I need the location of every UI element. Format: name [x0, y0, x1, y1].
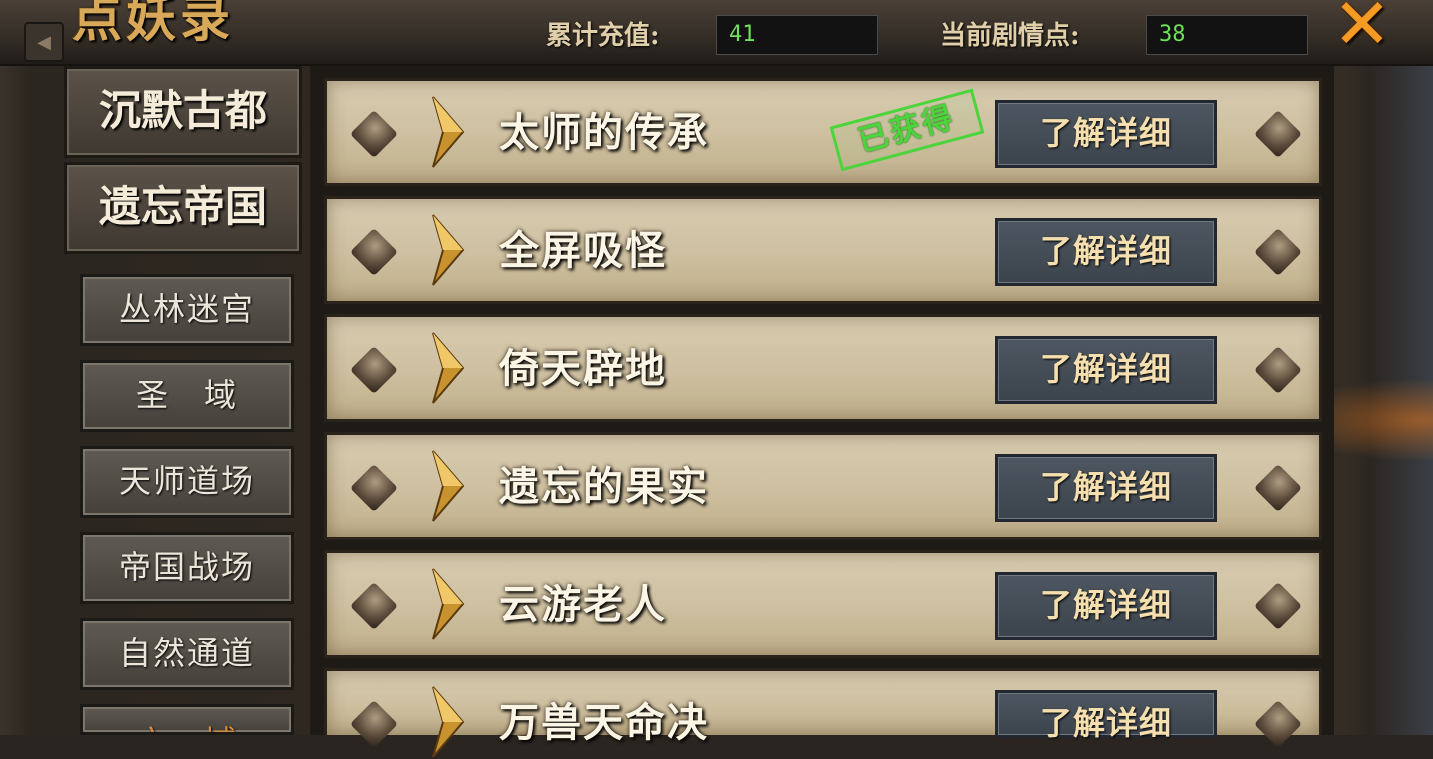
list-item: 云游老人 了解详细	[324, 550, 1322, 658]
diamond-ornament-icon	[349, 463, 399, 513]
diamond-ornament-icon	[1253, 109, 1303, 159]
entry-list: 太师的传承 已获得 了解详细 全屏吸怪 了解详细 倚天辟地 了解详细 遗忘的果实…	[310, 66, 1334, 758]
diamond-ornament-icon	[349, 699, 399, 749]
story-points-label: 当前剧情点:	[940, 21, 1080, 51]
total-recharge-value: 41	[716, 15, 878, 55]
details-button[interactable]: 了解详细	[995, 690, 1217, 742]
area-tab-taoist-dojo[interactable]: 天师道场	[80, 446, 294, 518]
entry-name: 云游老人	[499, 581, 667, 628]
entry-name: 全屏吸怪	[499, 227, 667, 274]
area-tab-jungle-maze[interactable]: 丛林迷宫	[80, 274, 294, 346]
diamond-ornament-icon	[349, 109, 399, 159]
story-points-value: 38	[1146, 15, 1308, 55]
diamond-ornament-icon	[1253, 699, 1303, 749]
area-tab-empire-battlefield[interactable]: 帝国战场	[80, 532, 294, 604]
entry-name: 遗忘的果实	[499, 463, 709, 510]
details-button[interactable]: 了解详细	[995, 336, 1217, 404]
window-title: 点妖录	[72, 0, 234, 48]
arrow-right-icon	[432, 332, 465, 404]
diamond-ornament-icon	[349, 345, 399, 395]
arrow-right-icon	[432, 96, 465, 168]
list-item: 万兽天命决 了解详细	[324, 668, 1322, 758]
diamond-ornament-icon	[1253, 345, 1303, 395]
list-item: 遗忘的果实 了解详细	[324, 432, 1322, 540]
diamond-ornament-icon	[349, 227, 399, 277]
list-item: 全屏吸怪 了解详细	[324, 196, 1322, 304]
entry-name: 太师的传承	[499, 109, 709, 156]
top-bar: ◀ 点妖录 累计充值: 41 当前剧情点: 38 ✕	[0, 0, 1433, 66]
entry-name: 倚天辟地	[499, 345, 667, 392]
area-tab-six-domains[interactable]: 六 域	[80, 704, 294, 735]
arrow-right-icon	[432, 568, 465, 640]
area-tab-holy-domain[interactable]: 圣 域	[80, 360, 294, 432]
area-tab-nature-passage[interactable]: 自然通道	[80, 618, 294, 690]
entry-name: 万兽天命决	[499, 699, 709, 746]
chapter-tab-silent-ancient-capital[interactable]: 沉默古都	[64, 66, 302, 158]
total-recharge-label: 累计充值:	[546, 21, 660, 51]
diamond-ornament-icon	[1253, 227, 1303, 277]
diamond-ornament-icon	[1253, 581, 1303, 631]
chapter-tab-forgotten-empire[interactable]: 遗忘帝国	[64, 162, 302, 254]
list-item: 太师的传承 已获得 了解详细	[324, 78, 1322, 186]
diamond-ornament-icon	[349, 581, 399, 631]
close-x-icon[interactable]: ✕	[1328, 0, 1396, 59]
details-button[interactable]: 了解详细	[995, 100, 1217, 168]
details-button[interactable]: 了解详细	[995, 454, 1217, 522]
list-item: 倚天辟地 了解详细	[324, 314, 1322, 422]
diamond-ornament-icon	[1253, 463, 1303, 513]
arrow-right-icon	[432, 214, 465, 286]
details-button[interactable]: 了解详细	[995, 218, 1217, 286]
arrow-left-icon[interactable]: ◀	[24, 22, 64, 62]
obtained-stamp: 已获得	[829, 88, 985, 172]
arrow-right-icon	[432, 450, 465, 522]
details-button[interactable]: 了解详细	[995, 572, 1217, 640]
arrow-right-icon	[432, 686, 465, 758]
